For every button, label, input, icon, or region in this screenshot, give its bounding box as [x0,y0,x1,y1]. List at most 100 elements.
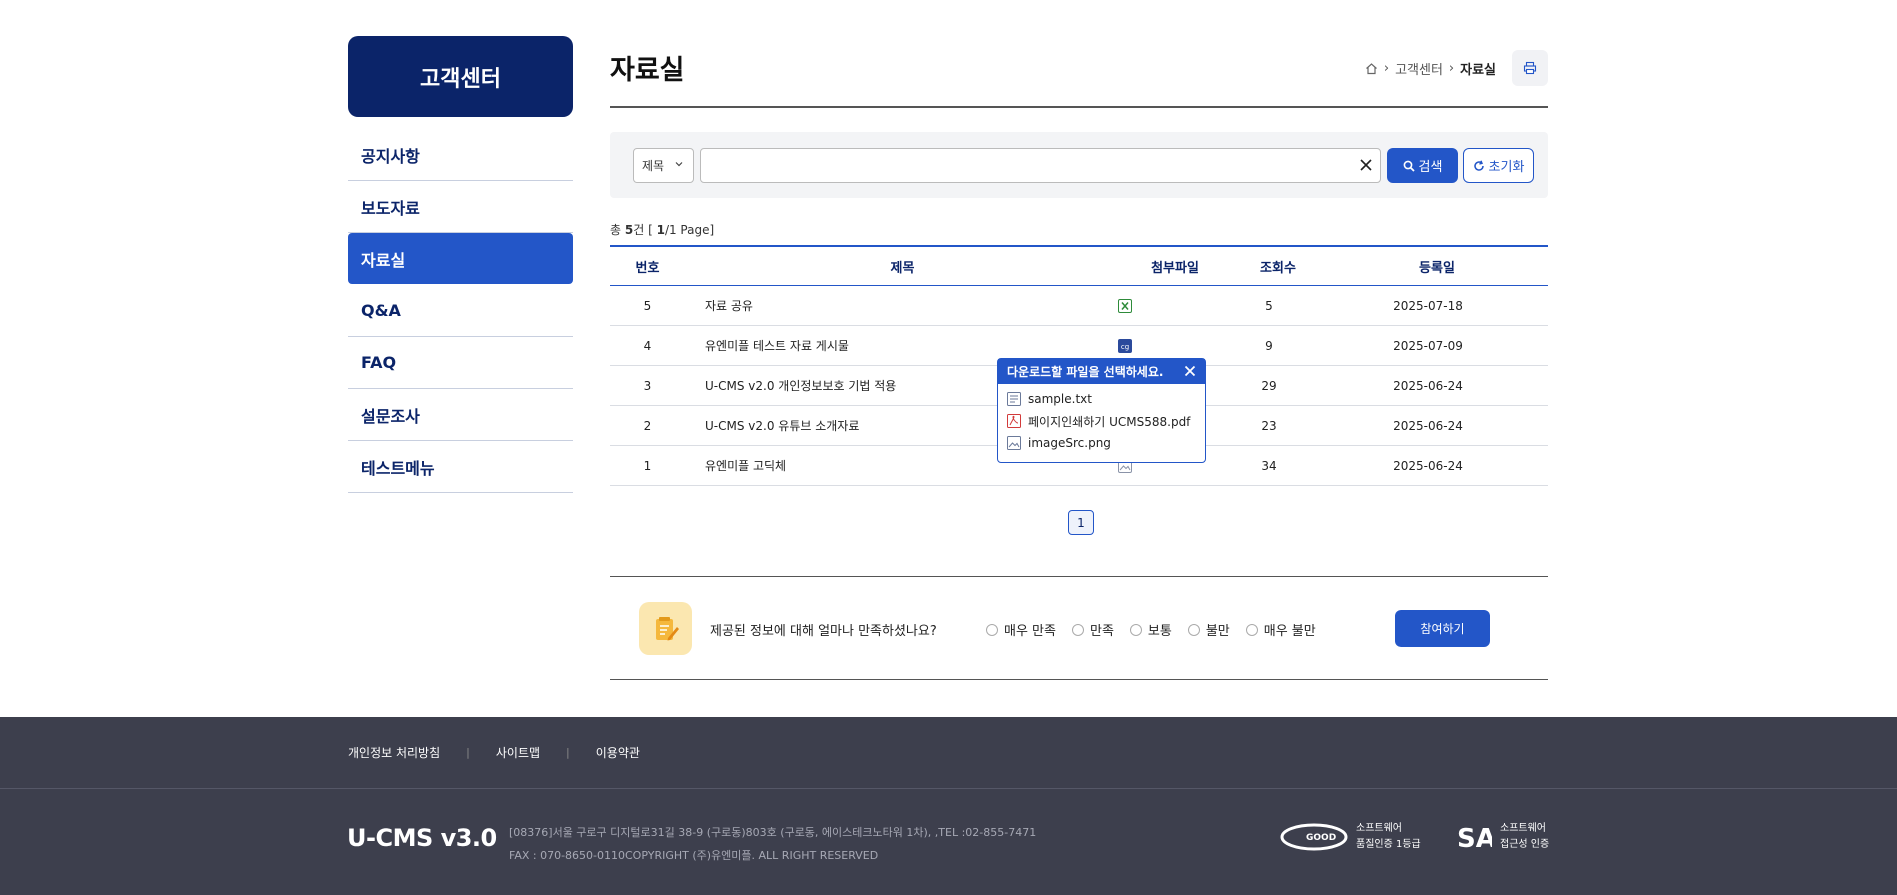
total-count-suffix: 건 [ [633,223,657,237]
svg-text:SA: SA [1457,824,1492,852]
divider: | [566,746,570,759]
home-icon[interactable] [1365,62,1378,75]
title-divider [610,106,1548,108]
gs-certification: GOOD 소프트웨어 품질인증 1등급 [1280,821,1421,853]
row-title[interactable]: U-CMS v2.0 유튜브 소개자료 [685,417,1020,434]
row-title[interactable]: 자료 공유 [685,297,1020,314]
total-prefix: 총 [610,223,625,237]
survey-options: 매우 만족 만족 보통 불만 매우 불만 [986,620,1316,639]
popup-file-list: sample.txt 페이지인쇄하기 UCMS588.pdf imageSrc.… [998,384,1205,454]
survey-question: 제공된 정보에 대해 얼마나 만족하셨나요? [710,624,937,639]
reset-button[interactable]: 초기화 [1463,148,1534,183]
reset-button-label: 초기화 [1488,160,1525,175]
clear-icon[interactable] [1359,158,1373,172]
chevron-right-icon: › [1383,61,1390,76]
row-title[interactable]: 유엔미플 고딕체 [685,457,1020,474]
table-header: 번호 제목 첨부파일 조회수 등록일 [610,245,1548,286]
sidebar-item-press[interactable]: 보도자료 [348,181,573,233]
total-count-value: 5 [624,223,634,237]
total-count: 총 5건 [ 1/1 Page] [610,221,714,238]
radio-button[interactable] [1071,623,1084,636]
sidebar-item-qna[interactable]: Q&A [348,285,573,337]
divider: | [466,746,470,759]
search-button-label: 검색 [1418,160,1443,175]
col-views: 조회수 [1260,260,1296,276]
row-date: 2025-06-24 [1393,458,1463,473]
radio-button[interactable] [986,623,998,636]
row-views: 5 [1265,298,1273,313]
popup-file-item[interactable]: sample.txt [1006,388,1205,410]
download-popup: 다운로드할 파일을 선택하세요. sample.txt 페이지인쇄하기 UCMS… [997,358,1206,463]
popup-title: 다운로드할 파일을 선택하세요. [1007,365,1164,379]
col-date: 등록일 [1419,260,1455,276]
option-satisfied[interactable]: 만족 [1071,620,1114,639]
search-button[interactable]: 검색 [1387,148,1458,183]
row-attachment: cg [1020,338,1230,353]
refresh-icon [1473,160,1484,171]
popup-file-name: imageSrc.png [1028,436,1111,450]
row-number: 4 [643,338,652,353]
search-input[interactable] [701,149,1380,182]
print-button[interactable] [1512,50,1548,86]
address-line: [08376]서울 구로구 디지털로31길 38-9 (구로동)803호 (구로… [509,826,1037,839]
sidebar-item-library[interactable]: 자료실 [348,233,573,284]
footer-link-terms[interactable]: 이용약관 [596,744,640,761]
multi-file-icon[interactable]: cg [1118,338,1132,353]
option-label: 불만 [1205,624,1230,639]
sidebar-title: 고객센터 [348,36,573,117]
row-views: 34 [1261,458,1277,473]
close-icon[interactable] [1184,365,1196,377]
footer-links: 개인정보 처리방침 | 사이트맵 | 이용약관 [348,744,640,761]
sidebar-item-notice[interactable]: 공지사항 [348,129,573,181]
radio-button[interactable] [1129,623,1142,636]
image-file-icon [1007,436,1021,450]
row-views: 9 [1265,338,1273,353]
cert-text: 소프트웨어 접근성 인증 [1500,821,1549,853]
breadcrumb-item[interactable]: 고객센터 [1395,59,1443,78]
popup-file-name: sample.txt [1028,392,1092,406]
pdf-file-icon [1007,414,1021,428]
popup-file-name: 페이지인쇄하기 UCMS588.pdf [1028,414,1191,429]
sidebar-item-faq[interactable]: FAQ [348,337,573,389]
page: 고객센터 공지사항 보도자료 자료실 Q&A FAQ 설문조사 테스트메뉴 자료… [0,0,1897,895]
row-title[interactable]: U-CMS v2.0 개인정보보호 기법 적용 [685,377,1020,394]
row-title[interactable]: 유엔미플 테스트 자료 게시물 [685,337,1020,354]
sidebar-item-test[interactable]: 테스트메뉴 [348,441,573,493]
footer-logo: U-CMS v3.0 [347,824,497,852]
accessibility-certification: SA 소프트웨어 접근성 인증 [1456,821,1549,853]
option-label: 만족 [1089,624,1114,639]
popup-file-item[interactable]: imageSrc.png [1006,432,1205,454]
excel-icon[interactable] [1118,298,1132,313]
footer-address: [08376]서울 구로구 디지털로31길 38-9 (구로동)803호 (구로… [509,821,1036,867]
row-views: 29 [1261,378,1277,393]
search-field-select[interactable]: 제목 [633,148,694,183]
satisfaction-survey: 제공된 정보에 대해 얼마나 만족하셨나요? 매우 만족 만족 보통 불만 매우… [610,576,1548,680]
radio-button[interactable] [1245,623,1258,636]
option-dissatisfied[interactable]: 불만 [1187,620,1230,639]
good-software-logo: GOOD [1280,823,1348,851]
survey-submit-button[interactable]: 참여하기 [1395,610,1490,647]
pagination-page-1[interactable]: 1 [1068,510,1094,535]
popup-file-item[interactable]: 페이지인쇄하기 UCMS588.pdf [1006,410,1205,432]
search-bar: 제목 검색 초기화 [610,132,1548,198]
radio-button[interactable] [1187,623,1200,636]
chevron-right-icon: › [1448,61,1455,76]
search-input-wrap [700,148,1381,183]
option-neutral[interactable]: 보통 [1129,620,1172,639]
row-number: 2 [643,418,652,433]
row-date: 2025-07-09 [1393,338,1463,353]
cert-line: 소프트웨어 [1500,823,1546,834]
sidebar-menu: 공지사항 보도자료 자료실 Q&A FAQ 설문조사 테스트메뉴 [348,129,573,493]
footer-divider [0,788,1897,789]
option-very-dissatisfied[interactable]: 매우 불만 [1245,620,1316,639]
footer-link-sitemap[interactable]: 사이트맵 [496,744,540,761]
total-page-suffix: /1 Page] [664,223,715,237]
footer: 개인정보 처리방침 | 사이트맵 | 이용약관 U-CMS v3.0 [0837… [0,717,1897,895]
option-label: 매우 만족 [1004,624,1056,639]
row-attachment [1020,298,1230,313]
footer-link-privacy[interactable]: 개인정보 처리방침 [348,744,440,761]
row-number: 3 [643,378,652,393]
sidebar-item-survey[interactable]: 설문조사 [348,389,573,441]
row-date: 2025-06-24 [1393,418,1463,433]
option-very-satisfied[interactable]: 매우 만족 [986,620,1056,639]
